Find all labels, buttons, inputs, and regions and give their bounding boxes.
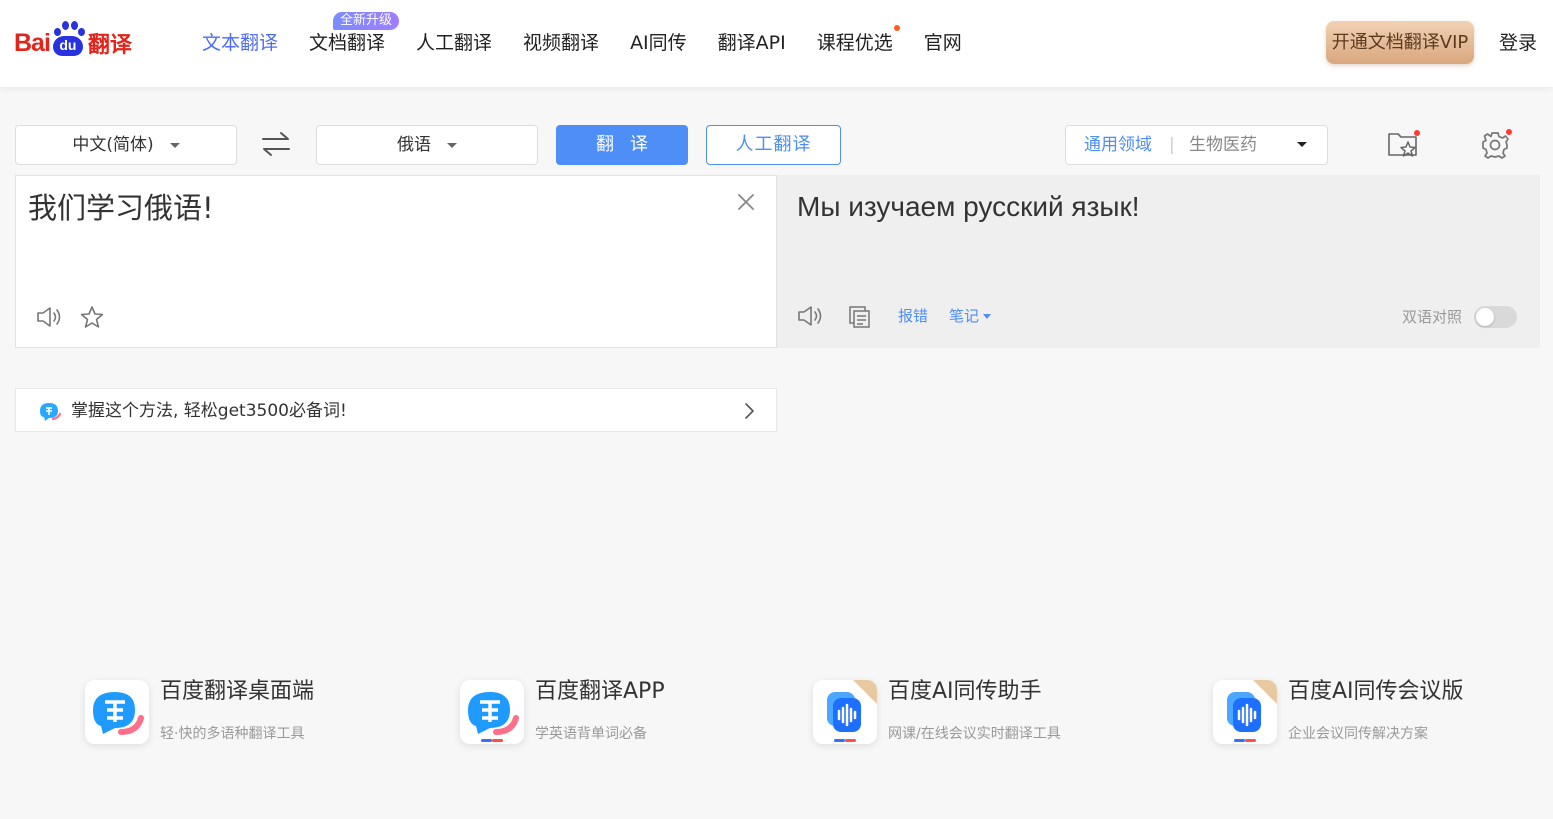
translate-button[interactable]: 翻译 [556,125,688,165]
product-app[interactable]: 百度翻译APP 学英语背单词必备 [460,678,740,748]
human-translate-button[interactable]: 人工翻译 [706,125,841,165]
gear-icon[interactable] [1479,128,1513,160]
product-title: 百度翻译APP [535,679,665,704]
source-language-label: 中文(简体) [72,135,154,155]
nav-text-translate[interactable]: 文本翻译 [202,31,278,55]
vocabulary-tip-banner[interactable]: 掌握这个方法, 轻松get3500必备词! [15,388,777,432]
chevron-down-icon [1297,142,1307,147]
product-description: 企业会议同传解决方案 [1288,726,1428,742]
swap-languages-icon[interactable] [260,131,292,157]
domain-general-option[interactable]: 通用领域 [1084,126,1152,164]
domain-selected-label: 生物医药 [1189,135,1257,155]
baidu-translate-logo[interactable]: Bai du 翻译 [14,20,132,56]
target-language-label: 俄语 [397,135,431,155]
bilingual-label: 双语对照 [1402,308,1463,326]
product-description: 学英语背单词必备 [535,726,647,742]
doc-vip-button[interactable]: 开通文档翻译VIP [1326,21,1474,64]
star-icon[interactable] [79,305,105,329]
new-upgrade-badge: 全新升级 [333,12,400,30]
notes-dropdown[interactable]: 笔记 [949,306,992,326]
chevron-down-icon [169,142,180,148]
notification-dot [893,25,900,31]
nav-ai-interpret[interactable]: AI同传 [630,31,687,55]
nav-doc-translate[interactable]: 全新升级 文档翻译 [309,12,400,55]
translated-text: Мы изучаем русский язык! [797,191,1140,222]
notes-label: 笔记 [949,307,980,325]
favorites-folder-icon[interactable] [1386,128,1422,160]
audio-wave-icon [813,680,877,744]
product-ai-interpret-assistant[interactable]: 百度AI同传助手 网课/在线会议实时翻译工具 [813,678,1113,748]
login-link[interactable]: 登录 [1499,31,1537,55]
nav-human-translate[interactable]: 人工翻译 [416,31,492,55]
chevron-down-icon [447,142,457,148]
nav-courses[interactable]: 课程优选 [817,25,900,55]
tip-text: 掌握这个方法, 轻松get3500必备词! [71,401,347,421]
source-text-panel[interactable]: 我们学习俄语! [15,175,777,348]
domain-select[interactable]: 通用领域 | 生物医药 [1065,125,1328,165]
main-nav: 文本翻译 全新升级 文档翻译 人工翻译 视频翻译 AI同传 翻译API 课程优选… [202,12,993,55]
product-description: 轻·快的多语种翻译工具 [160,726,305,742]
chevron-down-icon [983,314,992,319]
source-text-input[interactable]: 我们学习俄语! [28,190,214,226]
logo-fanyi-text: 翻译 [87,32,132,57]
chevron-right-icon [745,403,754,419]
speaker-icon[interactable] [35,305,63,329]
paw-icon: du [51,20,85,56]
product-title: 百度AI同传助手 [888,679,1042,704]
product-description: 网课/在线会议实时翻译工具 [888,726,1061,742]
target-text-panel: Мы изучаем русский язык! 报错 笔记 双语对照 [777,175,1540,348]
report-error-link[interactable]: 报错 [898,306,928,326]
translate-bubble-icon [460,680,524,744]
speaker-icon[interactable] [796,304,824,328]
bilingual-toggle[interactable] [1474,306,1517,328]
logo-bai-text: Bai [14,29,51,57]
close-icon[interactable] [736,192,756,212]
toggle-knob [1476,308,1494,326]
product-desktop[interactable]: 百度翻译桌面端 轻·快的多语种翻译工具 [85,678,365,748]
nav-official-site[interactable]: 官网 [924,31,962,55]
product-title: 百度翻译桌面端 [160,679,315,704]
product-ai-interpret-meeting[interactable]: 百度AI同传会议版 企业会议同传解决方案 [1213,678,1513,748]
translate-bubble-icon [40,403,62,421]
logo-du-text: du [52,36,83,56]
top-header: Bai du 翻译 文本翻译 全新升级 文档翻译 人工翻译 视频翻译 AI同传 … [0,0,1553,87]
nav-translate-api[interactable]: 翻译API [718,31,786,55]
audio-wave-icon [1213,680,1277,744]
target-language-select[interactable]: 俄语 [316,125,538,165]
domain-separator: | [1169,135,1175,155]
copy-icon[interactable] [848,305,872,329]
translate-bubble-icon [85,680,149,744]
nav-video-translate[interactable]: 视频翻译 [523,31,599,55]
source-language-select[interactable]: 中文(简体) [15,125,237,165]
product-title: 百度AI同传会议版 [1288,679,1464,704]
